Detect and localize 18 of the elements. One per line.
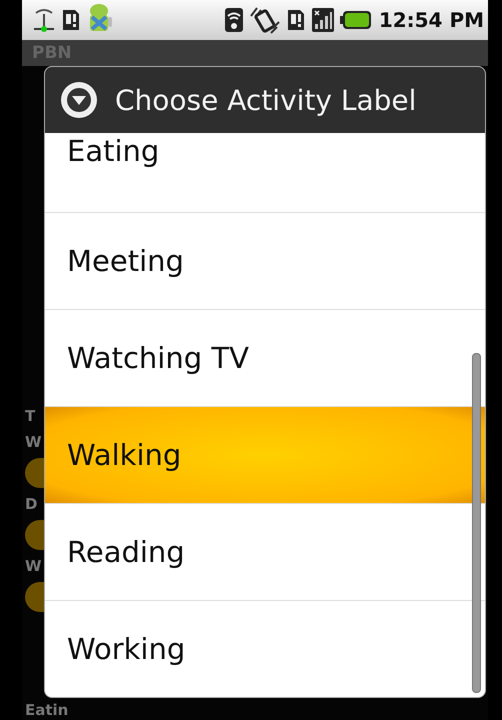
- list-item[interactable]: Meeting: [45, 213, 485, 310]
- antenna-icon: [32, 7, 56, 33]
- sim-card-icon: [286, 8, 306, 32]
- battery-icon: [340, 10, 372, 30]
- background-label: Eatin: [25, 700, 68, 720]
- list-item[interactable]: Eating: [45, 133, 485, 213]
- clock-time: 12:54 PM: [378, 8, 484, 32]
- background-label: D: [25, 494, 38, 514]
- list-item[interactable]: Walking: [45, 407, 485, 504]
- dropdown-icon: [59, 80, 99, 120]
- dialog-title: Choose Activity Label: [115, 84, 416, 116]
- wifi-icon: [224, 7, 244, 33]
- vibrate-icon: [248, 6, 281, 34]
- background-label: W: [25, 556, 42, 576]
- sim-card-icon: [61, 8, 81, 32]
- signal-icon: [310, 7, 335, 33]
- background-label: T: [25, 406, 36, 426]
- background-label: W: [25, 432, 42, 452]
